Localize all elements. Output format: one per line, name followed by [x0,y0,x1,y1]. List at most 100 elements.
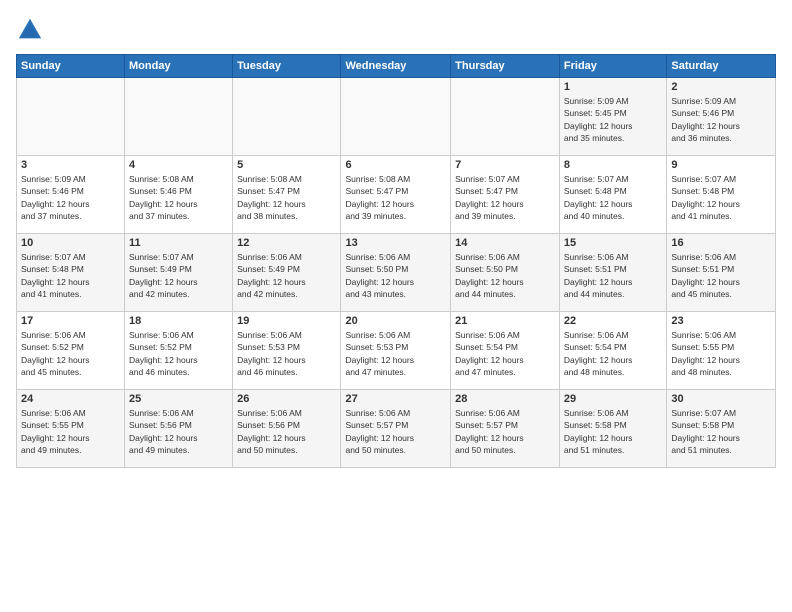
day-info: Sunrise: 5:07 AM Sunset: 5:58 PM Dayligh… [671,407,771,456]
calendar-cell: 14 Sunrise: 5:06 AM Sunset: 5:50 PM Dayli… [451,234,560,312]
day-number: 10 [21,237,120,249]
day-info: Sunrise: 5:08 AM Sunset: 5:47 PM Dayligh… [345,173,446,222]
day-info: Sunrise: 5:07 AM Sunset: 5:48 PM Dayligh… [564,173,662,222]
calendar-cell [233,78,341,156]
day-number: 13 [345,237,446,249]
calendar-cell: 13 Sunrise: 5:06 AM Sunset: 5:50 PM Dayli… [341,234,451,312]
day-info: Sunrise: 5:07 AM Sunset: 5:48 PM Dayligh… [21,251,120,300]
day-number: 26 [237,393,336,405]
day-number: 19 [237,315,336,327]
day-info: Sunrise: 5:09 AM Sunset: 5:46 PM Dayligh… [671,95,771,144]
day-info: Sunrise: 5:06 AM Sunset: 5:49 PM Dayligh… [237,251,336,300]
day-number: 28 [455,393,555,405]
day-number: 7 [455,159,555,171]
calendar: SundayMondayTuesdayWednesdayThursdayFrid… [16,54,776,468]
calendar-cell: 1 Sunrise: 5:09 AM Sunset: 5:45 PM Daylig… [559,78,666,156]
day-number: 2 [671,81,771,93]
weekday-header-saturday: Saturday [667,55,776,78]
calendar-cell: 28 Sunrise: 5:06 AM Sunset: 5:57 PM Dayli… [451,390,560,468]
calendar-week-5: 24 Sunrise: 5:06 AM Sunset: 5:55 PM Dayli… [17,390,776,468]
day-number: 3 [21,159,120,171]
calendar-cell: 20 Sunrise: 5:06 AM Sunset: 5:53 PM Dayli… [341,312,451,390]
calendar-week-4: 17 Sunrise: 5:06 AM Sunset: 5:52 PM Dayli… [17,312,776,390]
day-info: Sunrise: 5:06 AM Sunset: 5:53 PM Dayligh… [345,329,446,378]
day-info: Sunrise: 5:06 AM Sunset: 5:57 PM Dayligh… [455,407,555,456]
day-number: 16 [671,237,771,249]
weekday-header-row: SundayMondayTuesdayWednesdayThursdayFrid… [17,55,776,78]
calendar-cell: 22Sunrise: 5:06 AM Sunset: 5:54 PM Dayli… [559,312,666,390]
calendar-cell: 5Sunrise: 5:08 AM Sunset: 5:47 PM Daylig… [233,156,341,234]
day-info: Sunrise: 5:06 AM Sunset: 5:58 PM Dayligh… [564,407,662,456]
calendar-cell: 16 Sunrise: 5:06 AM Sunset: 5:51 PM Dayli… [667,234,776,312]
day-info: Sunrise: 5:06 AM Sunset: 5:51 PM Dayligh… [564,251,662,300]
calendar-cell: 8 Sunrise: 5:07 AM Sunset: 5:48 PM Daylig… [559,156,666,234]
day-info: Sunrise: 5:06 AM Sunset: 5:50 PM Dayligh… [455,251,555,300]
weekday-header-sunday: Sunday [17,55,125,78]
weekday-header-friday: Friday [559,55,666,78]
calendar-cell: 19 Sunrise: 5:06 AM Sunset: 5:53 PM Dayli… [233,312,341,390]
day-number: 29 [564,393,662,405]
calendar-cell: 26Sunrise: 5:06 AM Sunset: 5:56 PM Dayli… [233,390,341,468]
calendar-cell: 25 Sunrise: 5:06 AM Sunset: 5:56 PM Dayli… [125,390,233,468]
day-number: 25 [129,393,228,405]
day-info: Sunrise: 5:09 AM Sunset: 5:46 PM Dayligh… [21,173,120,222]
day-info: Sunrise: 5:06 AM Sunset: 5:53 PM Dayligh… [237,329,336,378]
calendar-cell: 7 Sunrise: 5:07 AM Sunset: 5:47 PM Daylig… [451,156,560,234]
day-info: Sunrise: 5:07 AM Sunset: 5:48 PM Dayligh… [671,173,771,222]
day-number: 15 [564,237,662,249]
day-info: Sunrise: 5:06 AM Sunset: 5:56 PM Dayligh… [129,407,228,456]
calendar-cell: 23 Sunrise: 5:06 AM Sunset: 5:55 PM Dayli… [667,312,776,390]
day-number: 18 [129,315,228,327]
day-number: 6 [345,159,446,171]
day-number: 4 [129,159,228,171]
calendar-cell: 18 Sunrise: 5:06 AM Sunset: 5:52 PM Dayli… [125,312,233,390]
calendar-cell: 3 Sunrise: 5:09 AM Sunset: 5:46 PM Daylig… [17,156,125,234]
day-number: 24 [21,393,120,405]
logo-icon [16,16,44,44]
day-info: Sunrise: 5:06 AM Sunset: 5:57 PM Dayligh… [345,407,446,456]
day-info: Sunrise: 5:06 AM Sunset: 5:55 PM Dayligh… [671,329,771,378]
logo [16,16,46,44]
calendar-cell [341,78,451,156]
calendar-cell: 2 Sunrise: 5:09 AM Sunset: 5:46 PM Daylig… [667,78,776,156]
day-info: Sunrise: 5:06 AM Sunset: 5:52 PM Dayligh… [129,329,228,378]
weekday-header-monday: Monday [125,55,233,78]
day-number: 23 [671,315,771,327]
calendar-cell: 24 Sunrise: 5:06 AM Sunset: 5:55 PM Dayli… [17,390,125,468]
calendar-cell: 17Sunrise: 5:06 AM Sunset: 5:52 PM Dayli… [17,312,125,390]
weekday-header-thursday: Thursday [451,55,560,78]
calendar-cell: 27 Sunrise: 5:06 AM Sunset: 5:57 PM Dayli… [341,390,451,468]
calendar-cell [125,78,233,156]
calendar-cell: 10 Sunrise: 5:07 AM Sunset: 5:48 PM Dayli… [17,234,125,312]
day-info: Sunrise: 5:06 AM Sunset: 5:50 PM Dayligh… [345,251,446,300]
calendar-cell: 21Sunrise: 5:06 AM Sunset: 5:54 PM Dayli… [451,312,560,390]
calendar-cell [451,78,560,156]
page: SundayMondayTuesdayWednesdayThursdayFrid… [0,0,792,612]
calendar-cell: 15 Sunrise: 5:06 AM Sunset: 5:51 PM Dayli… [559,234,666,312]
calendar-cell: 30 Sunrise: 5:07 AM Sunset: 5:58 PM Dayli… [667,390,776,468]
day-number: 11 [129,237,228,249]
calendar-week-3: 10 Sunrise: 5:07 AM Sunset: 5:48 PM Dayli… [17,234,776,312]
day-number: 9 [671,159,771,171]
day-number: 8 [564,159,662,171]
day-info: Sunrise: 5:06 AM Sunset: 5:54 PM Dayligh… [564,329,662,378]
day-number: 30 [671,393,771,405]
calendar-cell: 6 Sunrise: 5:08 AM Sunset: 5:47 PM Daylig… [341,156,451,234]
day-info: Sunrise: 5:06 AM Sunset: 5:55 PM Dayligh… [21,407,120,456]
weekday-header-wednesday: Wednesday [341,55,451,78]
day-number: 14 [455,237,555,249]
calendar-cell: 9 Sunrise: 5:07 AM Sunset: 5:48 PM Daylig… [667,156,776,234]
day-info: Sunrise: 5:07 AM Sunset: 5:47 PM Dayligh… [455,173,555,222]
day-number: 12 [237,237,336,249]
day-number: 20 [345,315,446,327]
day-number: 27 [345,393,446,405]
day-info: Sunrise: 5:06 AM Sunset: 5:54 PM Dayligh… [455,329,555,378]
calendar-cell [17,78,125,156]
header [16,16,776,44]
calendar-week-2: 3 Sunrise: 5:09 AM Sunset: 5:46 PM Daylig… [17,156,776,234]
day-number: 17 [21,315,120,327]
day-info: Sunrise: 5:06 AM Sunset: 5:51 PM Dayligh… [671,251,771,300]
day-number: 1 [564,81,662,93]
day-info: Sunrise: 5:08 AM Sunset: 5:47 PM Dayligh… [237,173,336,222]
day-info: Sunrise: 5:09 AM Sunset: 5:45 PM Dayligh… [564,95,662,144]
